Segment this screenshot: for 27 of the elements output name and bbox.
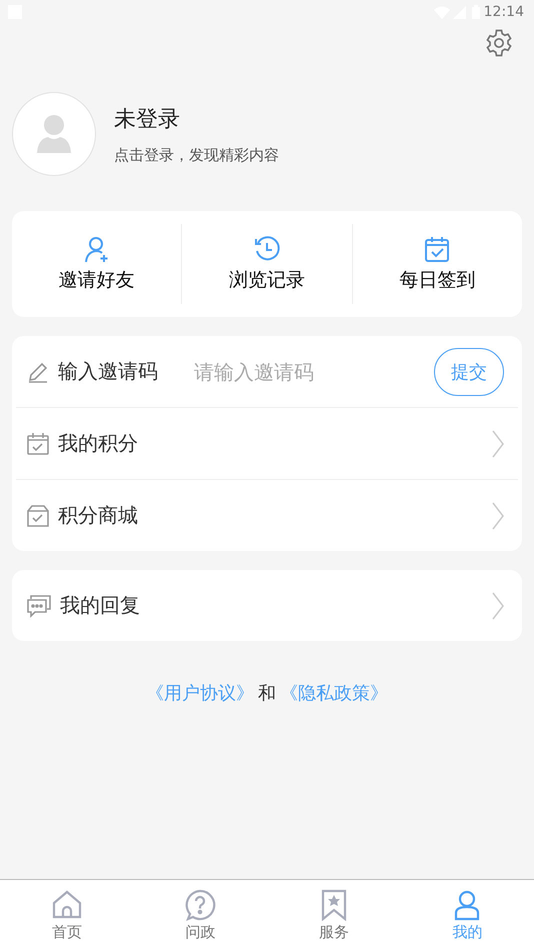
- tab[interactable]: 首页: [0, 880, 134, 950]
- chevron-right-icon: [492, 430, 504, 458]
- question-icon: [184, 888, 216, 920]
- chevron-right-icon: [492, 502, 504, 530]
- home-icon: [50, 888, 83, 920]
- invite-code-label: 输入邀请码: [58, 358, 158, 385]
- invite-code-field[interactable]: 请输入邀请码: [192, 358, 426, 384]
- tab[interactable]: 服务: [267, 880, 400, 950]
- chat-icon: [26, 594, 52, 618]
- quick-action[interactable]: 浏览记录: [181, 224, 352, 304]
- person-icon: [35, 114, 73, 154]
- menu-item[interactable]: 我的回复: [16, 570, 518, 641]
- login-hint[interactable]: 点击登录，发现精彩内容: [114, 146, 279, 164]
- chevron-right-icon: [492, 592, 504, 620]
- menu-item[interactable]: 积分商城: [16, 479, 518, 551]
- calendar-check-icon: [423, 235, 452, 263]
- menu-item[interactable]: 我的积分: [16, 407, 518, 479]
- quick-action[interactable]: 邀请好友: [12, 224, 182, 304]
- status-time: 12:14: [484, 4, 524, 20]
- settings-icon[interactable]: [484, 28, 514, 58]
- quick-action[interactable]: 每日签到: [352, 224, 522, 304]
- calendar-check-icon: [26, 432, 50, 456]
- user-name[interactable]: 未登录: [114, 104, 279, 134]
- conjunction-text: 和: [258, 682, 276, 705]
- history-icon: [252, 235, 281, 263]
- gift-box-icon: [26, 504, 50, 528]
- tab[interactable]: 问政: [134, 880, 267, 950]
